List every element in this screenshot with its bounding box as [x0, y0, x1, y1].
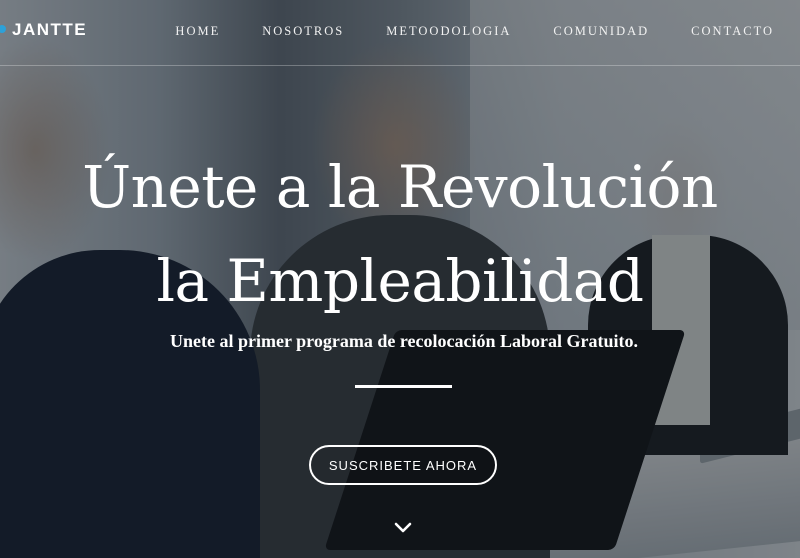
hero-title-line-2: la Empleabilidad — [156, 247, 644, 315]
nav-contacto[interactable]: CONTACTO — [691, 24, 774, 39]
navbar: JANTTE HOME NOSOTROS METOODOLOGIA COMUNI… — [0, 0, 800, 66]
hero-title: Únete a la Revolución la Empleabilidad — [0, 140, 800, 328]
chevron-down-icon[interactable] — [394, 521, 412, 535]
hero-divider — [355, 385, 452, 388]
nav-comunidad[interactable]: COMUNIDAD — [553, 24, 649, 39]
nav-metodologia[interactable]: METOODOLOGIA — [386, 24, 511, 39]
nav-nosotros[interactable]: NOSOTROS — [262, 24, 344, 39]
brand-name: JANTTE — [12, 20, 88, 39]
nav-home[interactable]: HOME — [175, 24, 220, 39]
hero-subtitle: Unete al primer programa de recolocación… — [170, 331, 638, 351]
hero-title-line-1: Únete a la Revolución — [82, 153, 718, 221]
brand-logo[interactable]: JANTTE — [0, 18, 87, 42]
logo-dot-icon — [0, 18, 8, 42]
main-nav: HOME NOSOTROS METOODOLOGIA COMUNIDAD CON… — [175, 24, 774, 39]
subscribe-button[interactable]: SUSCRIBETE AHORA — [309, 445, 497, 485]
